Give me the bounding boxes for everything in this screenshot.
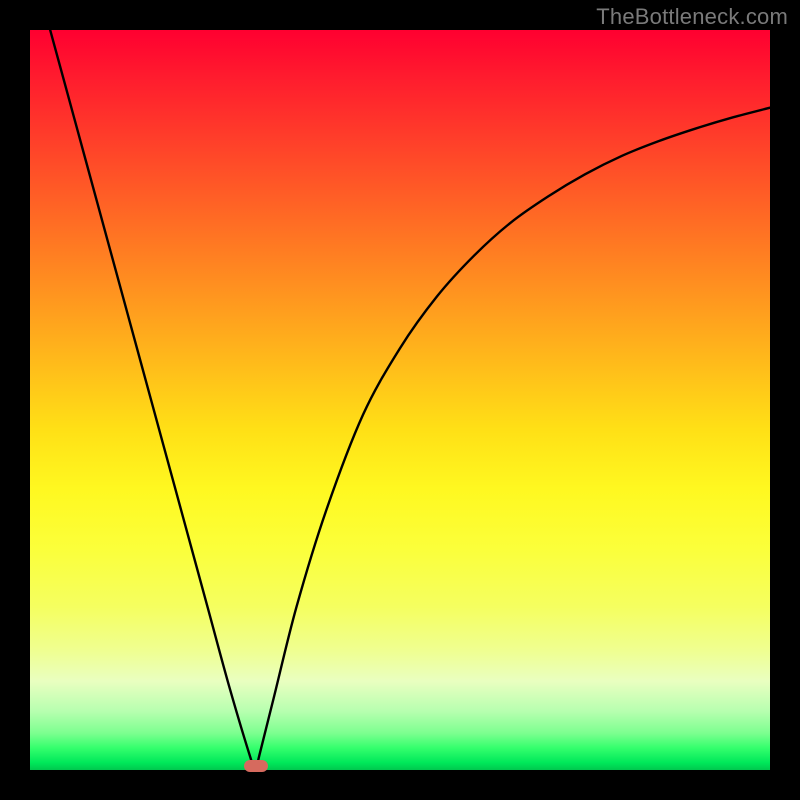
bottleneck-curve-path bbox=[30, 30, 770, 770]
chart-frame: TheBottleneck.com bbox=[0, 0, 800, 800]
watermark-text: TheBottleneck.com bbox=[596, 4, 788, 30]
optimal-marker bbox=[244, 760, 268, 772]
plot-area bbox=[30, 30, 770, 770]
curve-svg bbox=[30, 30, 770, 770]
